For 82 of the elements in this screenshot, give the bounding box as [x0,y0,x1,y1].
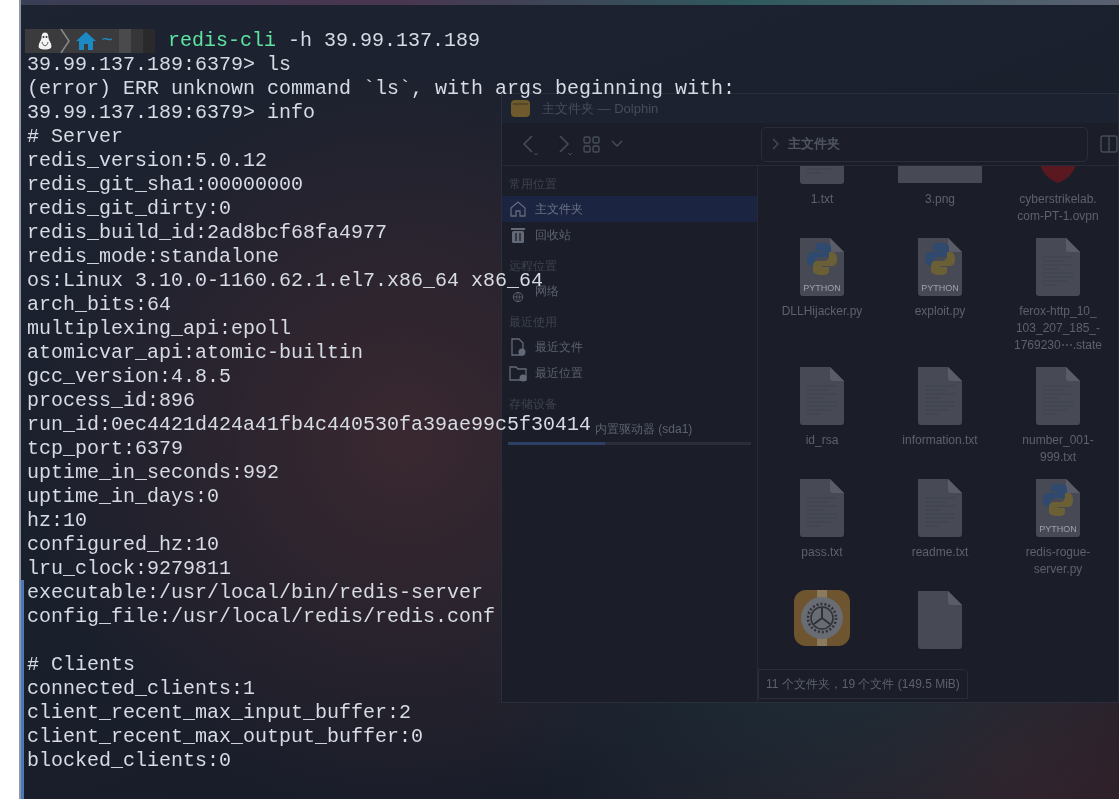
icon-caption: PYTHON [802,283,842,294]
argument-text: -h 39.99.137.189 [288,29,481,53]
terminal-line: lru_clock:9279811 [27,561,232,577]
file-name[interactable]: cyberstrikelab. com-PT-1.ovpn [1017,191,1099,225]
text-file-icon [1034,237,1082,297]
terminal-line: atomicvar_api:atomic-builtin [27,345,364,361]
terminal-line: (error) ERR unknown command `ls`, with args beginning with: [27,81,736,97]
file-name[interactable]: id_rsa [805,432,839,449]
recent-file-icon [509,338,527,356]
directory-text: ~ [101,29,113,53]
terminal-line: redis_mode:standalone [27,249,280,265]
file-name[interactable]: ferox-http_10_ 103_207_185_- 1769230⋯.state [1013,303,1103,354]
terminal-line: redis_build_id:2ad8bcf68fa4977 [27,225,388,241]
terminal-line: gcc_version:4.8.5 [27,369,232,385]
text-file-icon [916,366,964,426]
text-file-icon [1034,366,1082,426]
file-name[interactable]: pass.txt [801,544,843,561]
terminal-line: process_id:896 [27,393,196,409]
text-file-icon [916,478,964,538]
location-bar[interactable]: 主文件夹 [761,126,1088,162]
caret-icon [611,140,624,148]
trash-icon [509,226,527,244]
terminal-line: run_id:0ec4421d424a41fb4c440530fa39ae99c5f30414 [27,417,592,433]
terminal-line: uptime_in_seconds:992 [27,465,280,481]
sidebar-label: 最近文件 [535,339,583,356]
location-text: 主文件夹 [788,135,841,154]
terminal-line: hz:10 [27,513,87,529]
gear-app-icon [794,590,850,646]
folder-icon [511,99,530,118]
sidebar-item[interactable]: 最近文件 [502,334,757,360]
terminal-line: 39.99.137.189:6379> info [27,105,316,121]
python-file-icon [1034,478,1082,538]
terminal-line: client_recent_max_input_buffer:2 [27,705,412,721]
sidebar-item[interactable]: 回收站 [502,222,757,248]
terminal-line: multiplexing_api:epoll [27,321,292,337]
status-text: 11 个文件夹，19 个文件 (149.5 MiB) [758,669,968,699]
terminal-line: blocked_clients:0 [27,753,232,769]
grid-icon [582,135,600,153]
file-icon [916,590,964,650]
terminal-line: tcp_port:6379 [27,441,184,457]
terminal-line: arch_bits:64 [27,297,172,313]
sidebar-label: 回收站 [535,227,571,244]
terminal-line: # Server [27,129,123,145]
terminal-line: config_file:/usr/local/redis/redis.conf [27,609,496,625]
terminal-line: 39.99.137.189:6379> ls [27,57,292,73]
split-view-icon [1100,135,1118,153]
file-name[interactable]: 1.txt [810,191,834,208]
sidebar-label: 最近位置 [535,365,583,382]
file-name[interactable]: exploit.py [914,303,966,320]
python-file-icon [798,237,846,297]
globe-icon [512,291,524,303]
terminal-line: connected_clients:1 [27,681,256,697]
terminal-line: configured_hz:10 [27,537,220,553]
file-name[interactable]: readme.txt [911,544,969,561]
home-icon [509,200,527,218]
terminal-line: redis_git_sha1:00000000 [27,177,304,193]
python-file-icon [916,237,964,297]
recent-folder-icon [509,364,527,382]
terminal-line: redis_git_dirty:0 [27,201,232,217]
file-name[interactable]: number_001- 999.txt [1022,432,1094,466]
view-mode-button[interactable] [581,134,602,154]
terminal-line: executable:/usr/local/bin/redis-server [27,585,484,601]
file-name[interactable]: redis-rogue- server.py [1025,544,1091,578]
terminal-line: redis_version:5.0.12 [27,153,268,169]
text-file-icon [798,366,846,426]
chevron-icon [772,138,781,150]
file-name[interactable]: information.txt [902,432,978,449]
terminal-line: client_recent_max_output_buffer:0 [27,729,424,745]
terminal-line: uptime_in_days:0 [27,489,220,505]
icon-caption: PYTHON [920,283,960,294]
split-view-button[interactable] [1100,135,1118,153]
text-file-icon [798,478,846,538]
terminal-line: # Clients [27,657,136,673]
home-icon [75,30,97,52]
chevron-icon [59,29,71,53]
sidebar-item[interactable]: 最近位置 [502,360,757,386]
file-name[interactable]: DLLHijacker.py [781,303,863,320]
command-text: redis-cli [168,29,277,53]
icon-caption: PYTHON [1038,524,1078,535]
sidebar-label: 主文件夹 [535,201,583,218]
file-name[interactable]: 3.png [925,191,955,208]
sidebar-item[interactable]: 主文件夹 [502,196,757,222]
